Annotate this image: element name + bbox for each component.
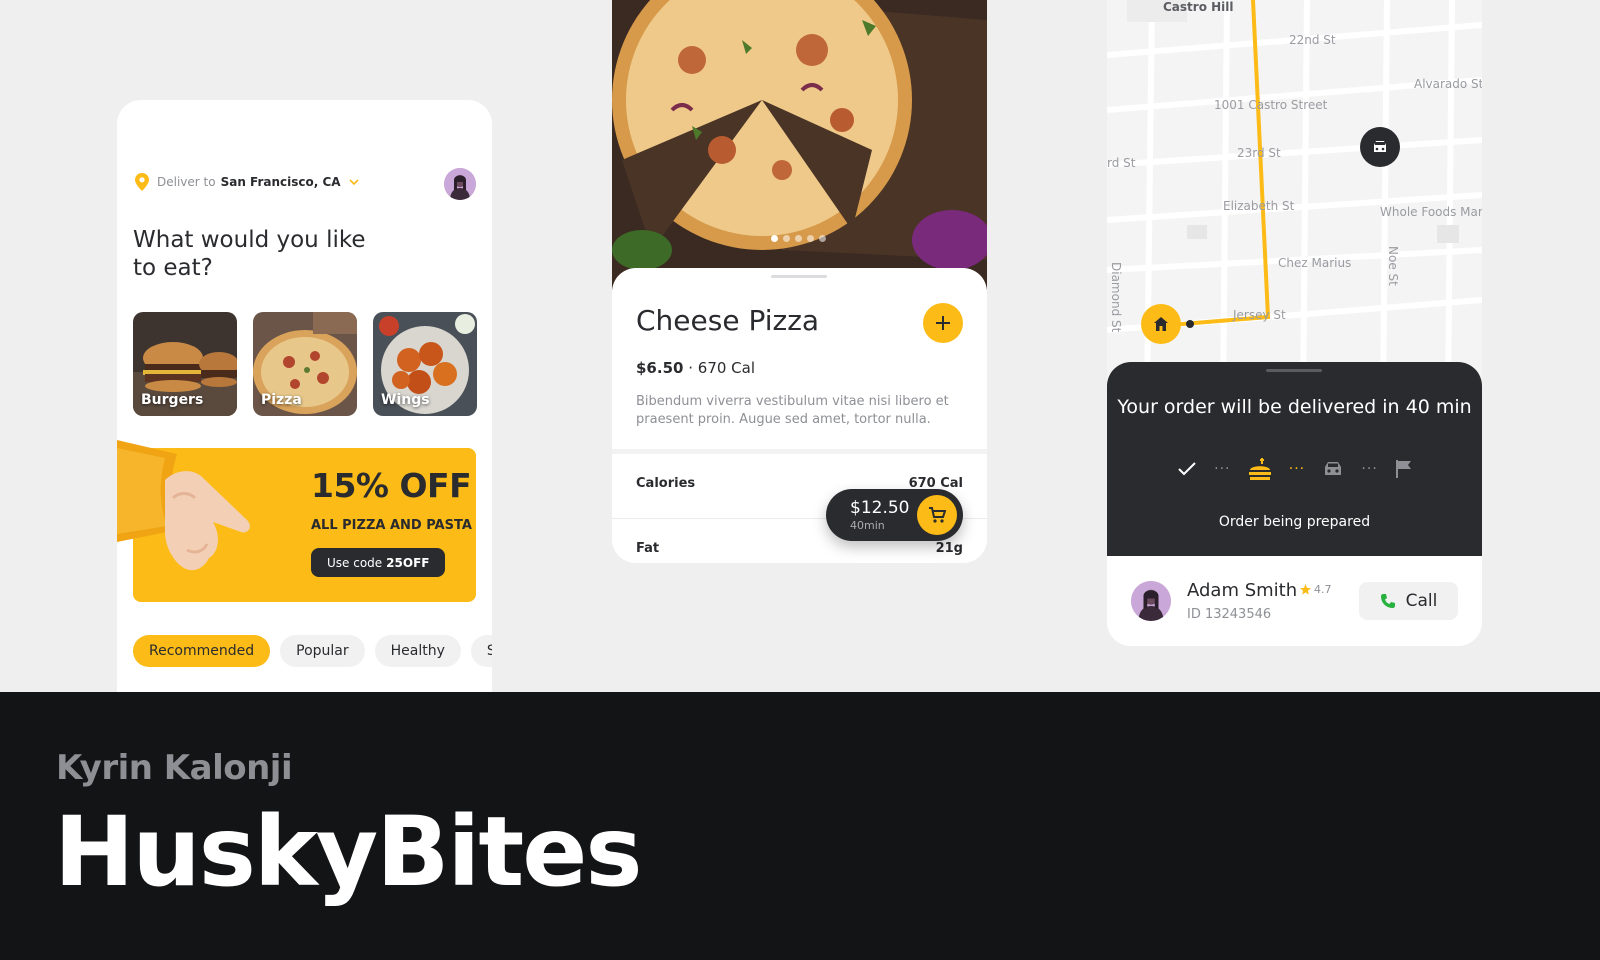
star-icon	[1300, 584, 1311, 595]
category-card-pizza[interactable]: Pizza	[253, 312, 357, 416]
delivery-eta-title: Your order will be delivered in 40 min	[1117, 396, 1472, 418]
order-status: Order being prepared	[1218, 514, 1371, 530]
user-avatar[interactable]	[444, 168, 476, 200]
promo-banner[interactable]: 15% OFF ALL PIZZA AND PASTA Use code 25O…	[117, 440, 476, 602]
category-label: Wings	[381, 392, 430, 408]
cart-summary-button[interactable]: $12.50 40min	[826, 489, 963, 541]
nutrition-row-fat: Fat 21g	[636, 541, 963, 556]
progress-connector: ···	[1214, 461, 1231, 477]
deliver-city: San Francisco, CA	[220, 175, 341, 189]
map-label: Noe St	[1386, 246, 1400, 286]
promo-code: 25OFF	[386, 555, 430, 570]
sheet-handle[interactable]	[1266, 369, 1322, 372]
map-label: Diamond St	[1109, 262, 1123, 333]
map-label: rd St	[1107, 156, 1136, 170]
product-description: Bibendum viverra vestibulum vitae nisi l…	[636, 394, 949, 427]
courier-card: Adam Smith 4.7 ID 13243546 Call	[1107, 556, 1482, 646]
plus-icon	[936, 316, 950, 330]
divider	[612, 449, 987, 454]
courier-name: Adam Smith	[1187, 580, 1298, 601]
nutrition-label: Fat	[636, 541, 660, 556]
chip-popular[interactable]: Popular	[280, 635, 365, 667]
carousel-dot[interactable]	[807, 235, 814, 242]
product-screen: Cheese Pizza $6.50 · 670 Cal Bibendum vi…	[612, 0, 987, 563]
add-to-cart-button[interactable]	[923, 303, 963, 343]
home-screen: Deliver to San Francisco, CA What would …	[117, 100, 492, 692]
phone-icon	[1380, 594, 1395, 608]
carousel-dot[interactable]	[819, 235, 826, 242]
author-name: Kyrin Kalonji	[56, 748, 293, 788]
flag-icon	[1395, 460, 1411, 478]
category-list: Burgers Pizza Wings	[133, 312, 477, 416]
product-title: Cheese Pizza	[636, 304, 820, 337]
food-icon	[1248, 458, 1271, 480]
pointing-hand-illustration	[117, 440, 257, 610]
product-price-line: $6.50 · 670 Cal	[636, 359, 755, 377]
category-card-wings[interactable]: Wings	[373, 312, 477, 416]
product-calories: · 670 Cal	[688, 359, 756, 377]
product-detail-sheet: Cheese Pizza $6.50 · 670 Cal Bibendum vi…	[612, 268, 987, 563]
category-label: Pizza	[261, 392, 302, 408]
cart-total: $12.50	[850, 498, 910, 518]
carousel-dot[interactable]	[771, 235, 778, 242]
title-banner: Kyrin Kalonji HuskyBites	[0, 692, 1600, 960]
courier-avatar	[1131, 581, 1171, 621]
check-icon	[1178, 462, 1196, 476]
tracking-screen: Castro Hill 22nd St Alvarado St 1001 Cas…	[1107, 0, 1482, 646]
courier-id: ID 13243546	[1187, 607, 1272, 622]
delivery-map[interactable]: Castro Hill 22nd St Alvarado St 1001 Cas…	[1107, 0, 1482, 400]
delivery-location-selector[interactable]: Deliver to San Francisco, CA	[135, 173, 359, 191]
product-price: $6.50	[636, 359, 684, 377]
nutrition-value: 21g	[935, 541, 963, 556]
promo-subtitle: ALL PIZZA AND PASTA	[311, 518, 472, 533]
category-label: Burgers	[141, 392, 204, 408]
home-location-marker[interactable]	[1141, 304, 1181, 344]
call-courier-button[interactable]: Call	[1359, 582, 1458, 620]
car-icon	[1325, 462, 1342, 475]
sheet-handle[interactable]	[771, 275, 827, 278]
location-pin-icon	[135, 173, 149, 191]
map-label: Castro Hill	[1163, 0, 1234, 14]
order-tracking-panel: Your order will be delivered in 40 min ·…	[1107, 362, 1482, 556]
map-label: Jersey St	[1233, 308, 1286, 322]
cart-button[interactable]	[917, 495, 957, 535]
cart-delivery-time: 40min	[850, 519, 885, 532]
order-progress-steps: ··· ··· ···	[1177, 458, 1413, 480]
chip-recommended[interactable]: Recommended	[133, 635, 271, 667]
courier-location-marker[interactable]	[1360, 127, 1400, 167]
map-label: 22nd St	[1289, 33, 1336, 47]
call-label: Call	[1405, 591, 1438, 611]
progress-connector: ···	[1361, 461, 1378, 477]
map-label: 1001 Castro Street	[1214, 98, 1328, 112]
carousel-dot[interactable]	[795, 235, 802, 242]
page-title: What would you like to eat?	[133, 227, 366, 281]
home-icon	[1154, 317, 1168, 331]
chip-healthy[interactable]: Healthy	[374, 635, 461, 667]
map-label: Chez Marius	[1278, 256, 1352, 270]
cart-icon	[929, 507, 946, 523]
chip-more[interactable]: Sa	[470, 635, 492, 667]
pizza-hero-image	[612, 0, 987, 290]
nutrition-label: Calories	[636, 476, 696, 491]
carousel-dot[interactable]	[783, 235, 790, 242]
deliver-to-label: Deliver to	[157, 175, 216, 189]
promo-code-prefix: Use code	[327, 555, 383, 570]
car-icon	[1374, 141, 1386, 152]
map-label: 23rd St	[1237, 146, 1281, 160]
chevron-down-icon	[349, 179, 359, 186]
category-card-burgers[interactable]: Burgers	[133, 312, 237, 416]
map-label: Whole Foods Mar	[1380, 205, 1482, 219]
app-title: HuskyBites	[54, 796, 642, 908]
promo-discount: 15% OFF	[311, 466, 472, 505]
progress-connector: ···	[1288, 461, 1306, 477]
courier-rating-value: 4.7	[1314, 583, 1332, 596]
courier-rating: 4.7	[1300, 583, 1332, 596]
filter-chips: Recommended Popular Healthy Sa	[133, 635, 492, 667]
promo-code-button[interactable]: Use code 25OFF	[311, 548, 446, 577]
carousel-indicator	[771, 235, 826, 242]
map-label: Elizabeth St	[1223, 199, 1295, 213]
map-label: Alvarado St	[1414, 77, 1482, 91]
